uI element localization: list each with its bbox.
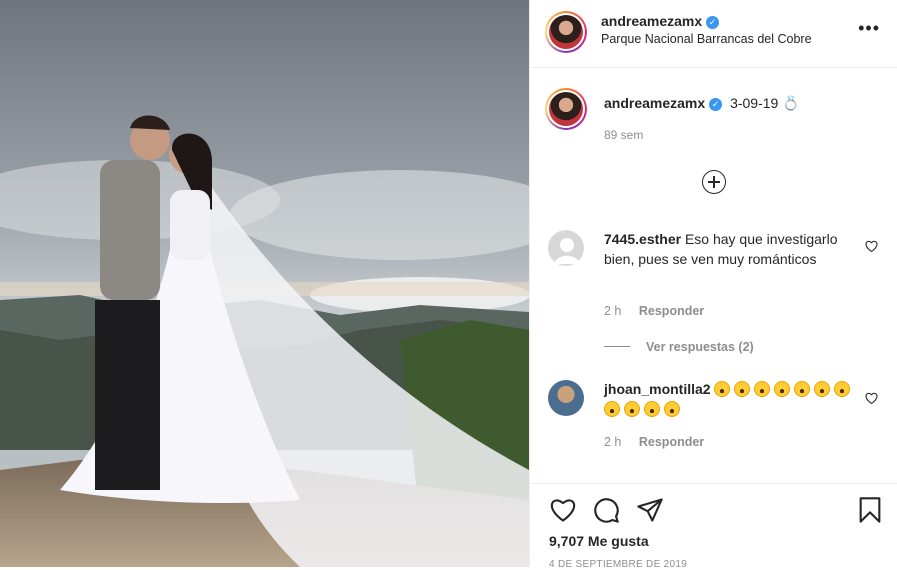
view-replies-button[interactable]: Ver respuestas (2)	[604, 340, 754, 354]
post-header: andreamezamx ✓ Parque Nacional Barrancas …	[530, 0, 897, 68]
heart-icon[interactable]	[549, 496, 577, 524]
commenter-avatar[interactable]	[548, 230, 584, 266]
comment-bubble-icon[interactable]	[592, 496, 620, 524]
reply-button[interactable]: Responder	[639, 304, 704, 318]
more-options-icon[interactable]: •••	[858, 18, 880, 39]
verified-badge-icon: ✓	[706, 16, 720, 29]
caption-author-avatar[interactable]	[545, 88, 587, 130]
reply-button[interactable]: Responder	[639, 435, 704, 449]
verified-badge-icon: ✓	[709, 98, 723, 111]
paper-plane-icon[interactable]	[636, 496, 664, 524]
caption: andreamezamx ✓ 3-09-19 💍	[604, 95, 800, 112]
astonished-emoji	[734, 381, 751, 397]
wedding-photo-image	[0, 0, 529, 567]
location-link[interactable]: Parque Nacional Barrancas del Cobre	[601, 32, 812, 46]
post-date[interactable]: 4 DE SEPTIEMBRE DE 2019	[549, 559, 687, 570]
comment-meta: 2 h Responder	[604, 435, 718, 449]
post-details-panel: andreamezamx ✓ Parque Nacional Barrancas …	[529, 0, 897, 570]
astonished-emoji	[624, 400, 640, 417]
astonished-emoji	[814, 381, 831, 397]
comment-time[interactable]: 2 h	[604, 304, 621, 318]
load-more-comments-icon[interactable]	[702, 170, 726, 194]
astonished-emoji	[644, 400, 660, 417]
astonished-emoji	[754, 381, 771, 397]
astonished-emoji	[604, 400, 620, 417]
astonished-emoji	[664, 400, 680, 417]
comment-body: 7445.esther Eso hay que investigarlo bie…	[604, 230, 858, 269]
caption-text: 3-09-19	[730, 95, 779, 111]
caption-timestamp[interactable]: 89 sem	[604, 128, 643, 142]
comment-body: jhoan_montilla2	[604, 380, 858, 419]
astonished-emoji	[714, 381, 731, 397]
author-avatar[interactable]	[545, 11, 587, 53]
ring-emoji: 💍	[782, 95, 800, 111]
post-photo[interactable]	[0, 0, 529, 567]
post-actions-bar: 9,707 Me gusta 4 DE SEPTIEMBRE DE 2019	[530, 483, 897, 570]
comment-time[interactable]: 2 h	[604, 435, 621, 449]
commenter-avatar[interactable]	[548, 380, 584, 416]
likes-count[interactable]: 9,707 Me gusta	[549, 533, 649, 549]
commenter-username[interactable]: jhoan_montilla2	[604, 381, 711, 397]
caption-username[interactable]: andreamezamx	[604, 95, 705, 111]
commenter-username[interactable]: 7445.esther	[604, 231, 681, 247]
astonished-emoji	[774, 381, 791, 397]
bookmark-icon[interactable]	[856, 496, 884, 524]
author-username[interactable]: andreamezamx	[601, 13, 702, 29]
astonished-emoji	[834, 381, 851, 397]
comment-meta: 2 h Responder	[604, 304, 718, 318]
heart-icon[interactable]	[865, 392, 878, 404]
comment: jhoan_montilla2 2 h Responder	[548, 380, 878, 460]
astonished-emoji	[794, 381, 811, 397]
heart-icon[interactable]	[865, 240, 878, 252]
